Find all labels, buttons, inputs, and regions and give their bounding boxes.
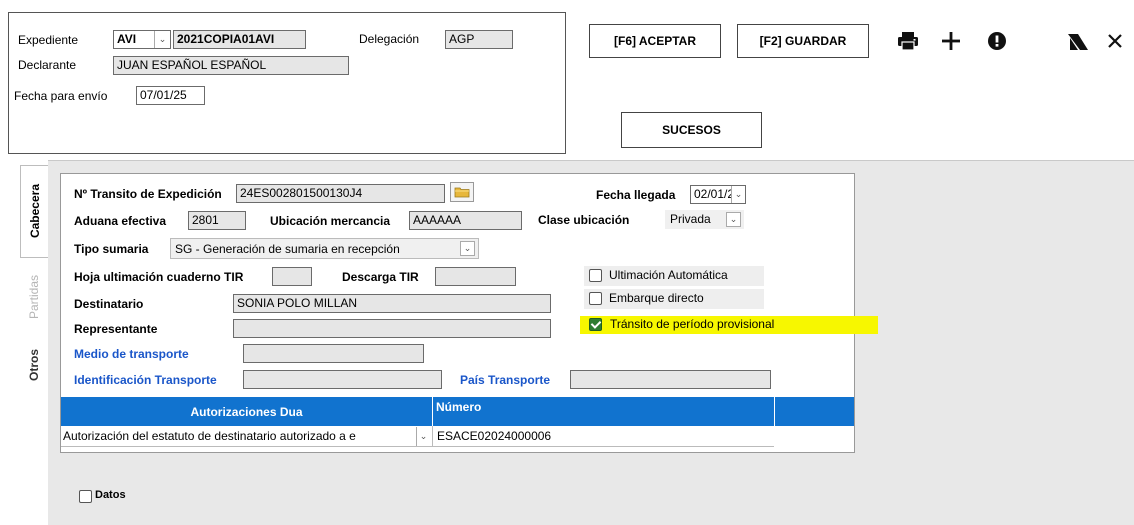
aceptar-label: [F6] ACEPTAR [614,34,696,48]
user-edit-button[interactable] [1063,26,1093,56]
alert-button[interactable] [982,26,1012,56]
guardar-label: [F2] GUARDAR [759,34,847,48]
tab-otros-label: Otros [27,348,41,381]
numero-value: ESACE02024000006 [437,429,552,443]
table-header-cell-numero[interactable]: Número [433,397,774,426]
aduana-value: 2801 [192,213,219,227]
tipo-sumaria-select[interactable]: SG - Generación de sumaria en recepción … [170,238,479,259]
tipo-sumaria-label: Tipo sumaria [74,242,149,256]
delegacion-field[interactable]: AGP [445,30,513,49]
transito-value: 24ES002801500130J4 [240,186,363,200]
declarante-field[interactable]: JUAN ESPAÑOL ESPAÑOL [113,56,349,75]
fecha-llegada-label: Fecha llegada [596,188,676,202]
datos-label: Datos [95,489,126,501]
chevron-down-icon: ⌄ [731,186,745,203]
fecha-envio-field[interactable]: 07/01/25 [136,86,205,105]
transito-provisional-option[interactable]: Tránsito de período provisional [580,316,878,334]
transito-label: Nº Transito de Expedición [74,187,222,201]
folder-button[interactable] [450,182,474,202]
medio-label[interactable]: Medio de transporte [74,347,189,361]
ultimacion-option[interactable]: Ultimación Automática [584,266,764,286]
descarga-label: Descarga TIR [342,270,419,284]
numero-cell[interactable]: ESACE02024000006 [433,426,774,447]
expediente-type-value: AVI [117,32,137,46]
clase-ubicacion-value: Privada [670,212,711,226]
alert-icon [988,32,1006,50]
autorizaciones-column-label: Autorizaciones Dua [190,404,303,419]
representante-label: Representante [74,322,158,336]
pais-field[interactable] [570,370,771,389]
table-header-filler [774,397,775,426]
expediente-code-value: 2021COPIA01AVI [177,32,275,46]
autorizaciones-table: Autorizaciones Dua Número Autorización d… [61,397,854,452]
hoja-field[interactable] [272,267,312,286]
aduana-label: Aduana efectiva [74,214,167,228]
tab-partidas-label: Partidas [27,274,41,320]
declarante-value: JUAN ESPAÑOL ESPAÑOL [117,58,267,72]
folder-icon [454,187,470,198]
expediente-label: Expediente [18,33,79,47]
clase-ubicacion-label: Clase ubicación [538,213,630,227]
medio-field[interactable] [243,344,424,363]
hoja-label: Hoja ultimación cuaderno TIR [74,270,244,284]
ubicacion-field[interactable]: AAAAAA [409,211,522,230]
delegacion-label: Delegación [359,32,420,46]
table-row: Autorización del estatuto de destinatari… [61,426,774,447]
destinatario-value: SONIA POLO MILLAN [237,296,358,310]
transito-provisional-label: Tránsito de período provisional [610,317,775,331]
clase-ubicacion-select[interactable]: Privada ⌄ [665,210,744,229]
descarga-field[interactable] [435,267,516,286]
transito-field[interactable]: 24ES002801500130J4 [236,184,445,203]
fecha-envio-value: 07/01/25 [140,88,187,102]
transito-provisional-checkbox[interactable] [589,318,602,331]
identificacion-field[interactable] [243,370,442,389]
tab-partidas[interactable]: Partidas [20,258,48,336]
autorizacion-select[interactable]: Autorización del estatuto de destinatari… [61,426,433,447]
aduana-field[interactable]: 2801 [188,211,246,230]
destinatario-label: Destinatario [74,297,144,311]
identificacion-label[interactable]: Identificación Transporte [74,373,217,387]
declarante-label: Declarante [18,58,77,72]
print-button[interactable] [893,26,923,56]
table-header-cell-autorizaciones[interactable]: Autorizaciones Dua [61,397,433,426]
tipo-sumaria-value: SG - Generación de sumaria en recepción [175,242,400,256]
sucesos-label: SUCESOS [662,123,721,137]
close-button[interactable] [1100,26,1130,56]
guardar-button[interactable]: [F2] GUARDAR [737,24,869,58]
chevron-down-icon: ⌄ [726,212,741,227]
chevron-down-icon: ⌄ [460,241,475,256]
tab-otros[interactable]: Otros [20,336,48,394]
chevron-down-icon: ⌄ [416,427,430,446]
delegacion-value: AGP [449,32,475,46]
expediente-code-field[interactable]: 2021COPIA01AVI [173,30,306,49]
aceptar-button[interactable]: [F6] ACEPTAR [589,24,721,58]
ubicacion-label: Ubicación mercancia [270,214,391,228]
datos-checkbox[interactable] [79,490,92,503]
destinatario-field[interactable]: SONIA POLO MILLAN [233,294,551,313]
expediente-type-select[interactable]: AVI ⌄ [113,30,171,49]
add-button[interactable] [936,26,966,56]
plus-icon [942,32,960,50]
sucesos-button[interactable]: SUCESOS [621,112,762,148]
embarque-label: Embarque directo [609,291,704,305]
ultimacion-label: Ultimación Automática [609,268,728,282]
chevron-down-icon: ⌄ [154,31,170,48]
close-icon [1108,34,1122,48]
printer-icon [898,32,918,51]
embarque-option[interactable]: Embarque directo [584,289,764,309]
numero-column-label: Número [436,400,482,414]
autorizacion-value: Autorización del estatuto de destinatari… [63,429,356,443]
tab-cabecera-label: Cabecera [27,184,42,239]
fecha-llegada-select[interactable]: 02/01/25 ⌄ [690,185,746,204]
user-edit-icon [1068,34,1088,50]
fecha-envio-label: Fecha para envío [14,89,108,103]
tab-cabecera[interactable]: Cabecera [20,165,48,258]
embarque-checkbox[interactable] [589,292,602,305]
ultimacion-checkbox[interactable] [589,269,602,282]
pais-label[interactable]: País Transporte [460,373,550,387]
ubicacion-value: AAAAAA [413,213,462,227]
representante-field[interactable] [233,319,551,338]
